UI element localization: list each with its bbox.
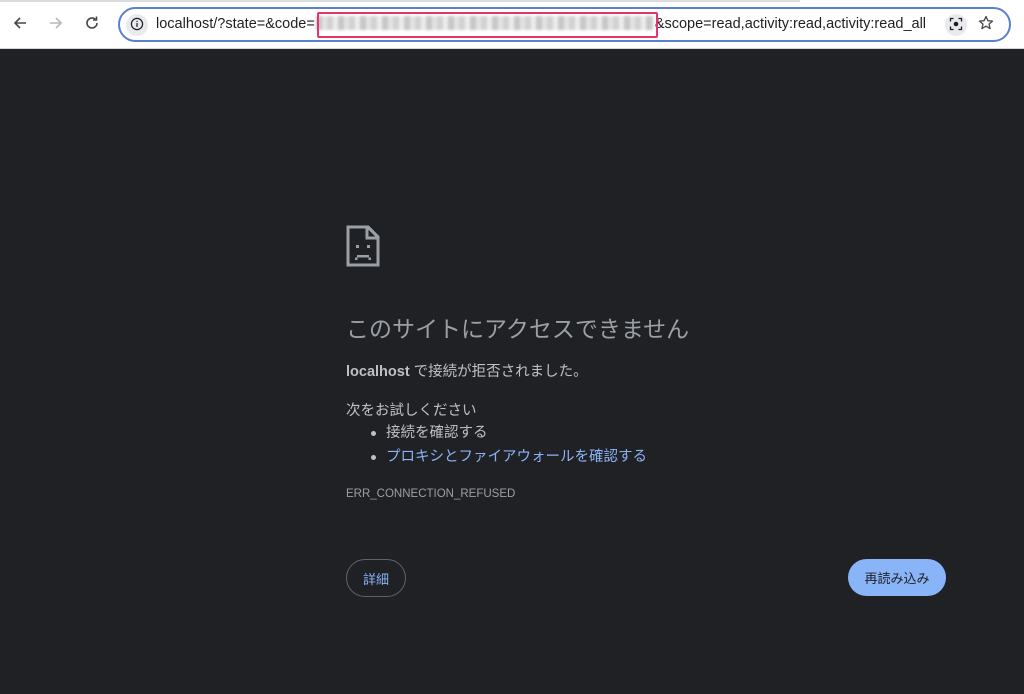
reload-icon [84,15,100,31]
bookmark-button[interactable] [975,14,997,36]
redaction-highlight [317,12,658,38]
error-host: localhost [346,364,410,380]
star-icon [978,15,994,35]
url-suffix: &scope=read,activity:read,activity:read_… [654,16,927,32]
suggestions-list: 接続を確認する プロキシとファイアウォールを確認する [346,423,647,471]
lens-icon [949,16,963,35]
list-item: プロキシとファイアウォールを確認する [346,447,647,471]
back-button[interactable] [9,12,31,34]
reload-button[interactable] [81,12,103,34]
error-description-text: で接続が拒否されました。 [409,364,588,380]
browser-toolbar: localhost/?state=&code= &scope=read,activ… [0,0,1024,49]
error-title: このサイトにアクセスできません [346,316,690,342]
arrow-back-icon [12,15,28,31]
suggestions-heading: 次をお試しください [346,403,477,419]
reload-page-button[interactable]: 再読み込み [848,559,946,596]
url-prefix: localhost/?state=&code= [156,16,315,32]
suggestion-check-connection: 接続を確認する [386,425,488,441]
suggestion-check-proxy-link[interactable]: プロキシとファイアウォールを確認する [386,449,647,465]
list-item: 接続を確認する [346,423,647,447]
info-icon [130,16,144,35]
sad-page-icon [346,225,380,271]
tab-strip-edge [0,0,800,2]
arrow-forward-icon [48,15,64,31]
error-code: ERR_CONNECTION_REFUSED [346,488,516,500]
site-info-button[interactable] [126,14,148,36]
lens-button[interactable] [945,14,967,36]
details-button[interactable]: 詳細 [346,559,406,597]
forward-button[interactable] [45,12,67,34]
error-description: localhost で接続が拒否されました。 [346,360,588,381]
